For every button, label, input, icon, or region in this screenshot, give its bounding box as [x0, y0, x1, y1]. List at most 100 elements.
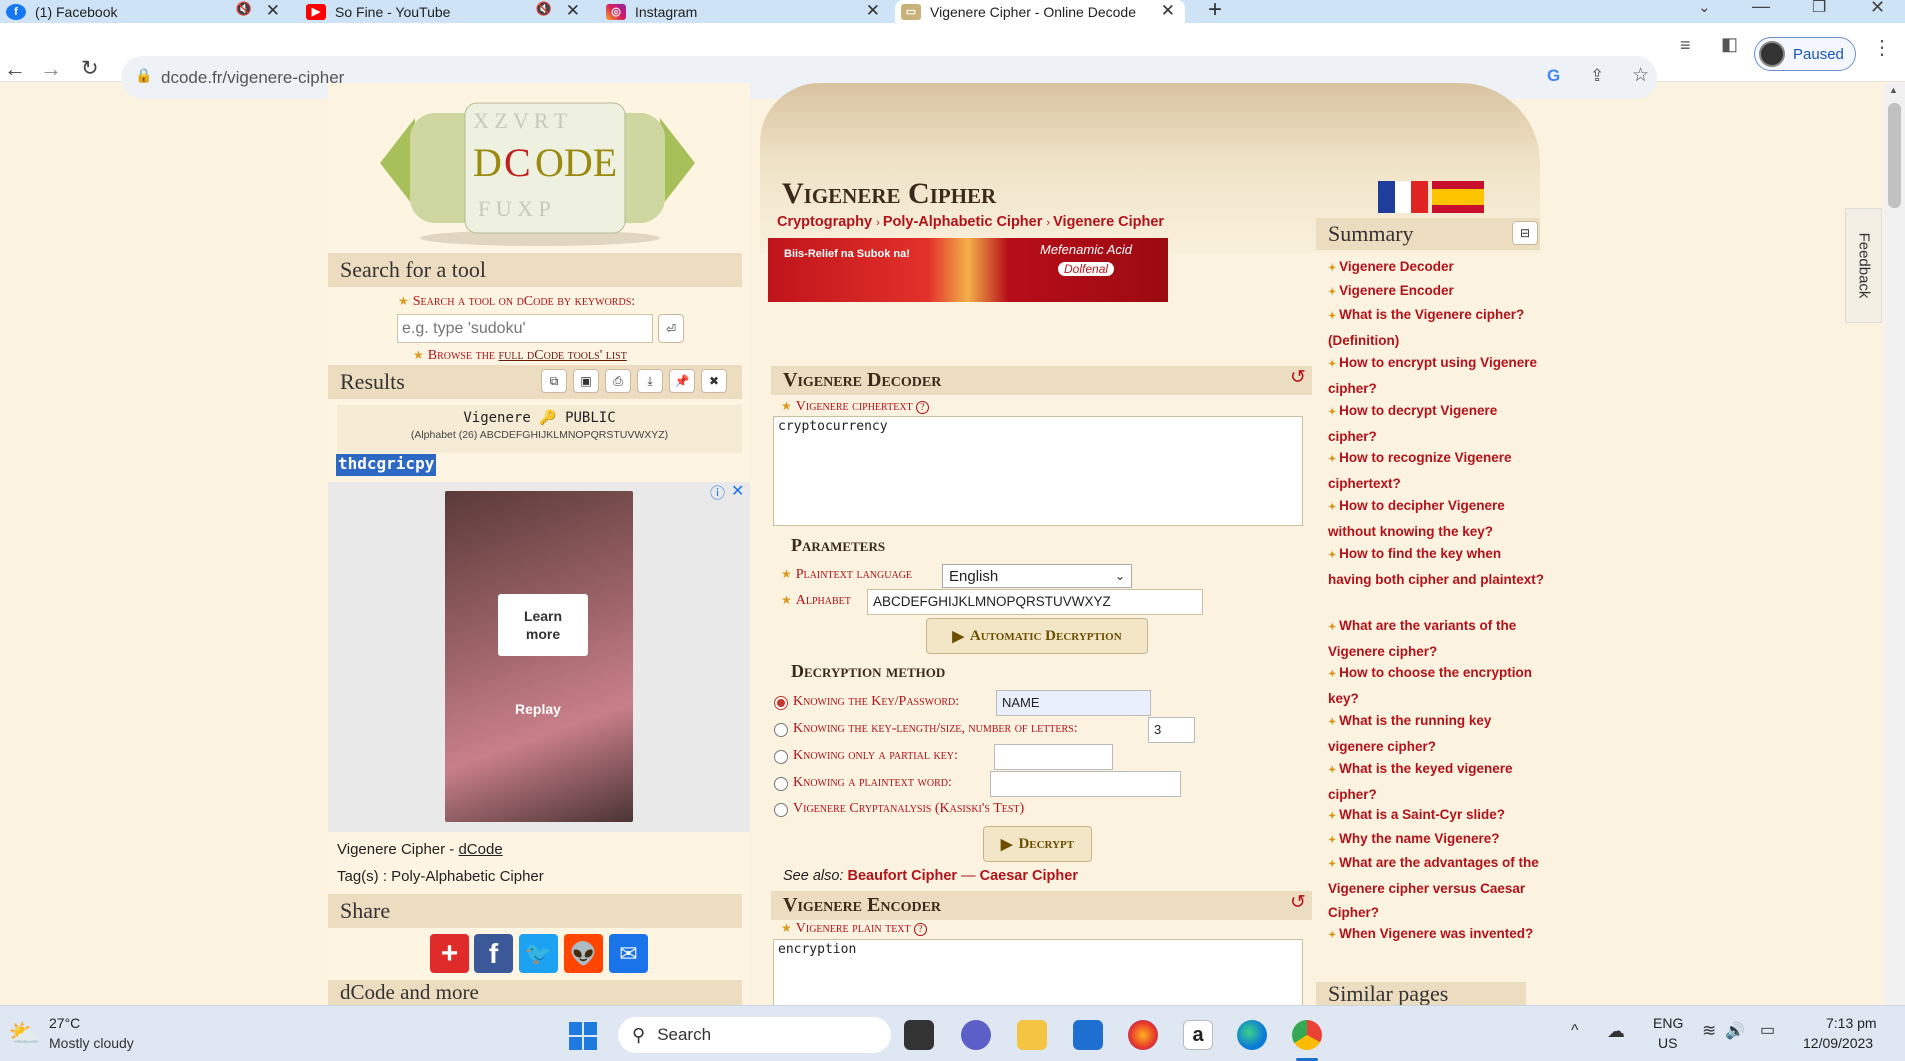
close-window-icon[interactable]: ✕: [1870, 0, 1885, 18]
ciphertext-textarea[interactable]: cryptocurrency: [773, 416, 1303, 526]
summary-item[interactable]: ✦ What is a Saint-Cyr slide?: [1328, 803, 1548, 829]
summary-item[interactable]: ✦ Vigenere Encoder: [1328, 279, 1548, 305]
wifi-icon[interactable]: ≋: [1702, 1021, 1716, 1041]
encoder-reset-icon[interactable]: ↺: [1290, 891, 1306, 914]
summary-item[interactable]: ✦ How to encrypt using Vigenere cipher?: [1328, 351, 1548, 401]
summary-item[interactable]: ✦ How to decipher Vigenere without knowi…: [1328, 494, 1548, 544]
summary-item[interactable]: ✦ How to decrypt Vigenere cipher?: [1328, 399, 1548, 449]
ad-info-icon[interactable]: ⓘ: [710, 482, 725, 503]
partial-key-input[interactable]: [994, 744, 1113, 770]
dcode-link[interactable]: dCode: [458, 841, 502, 858]
feedback-tab[interactable]: Feedback: [1845, 208, 1882, 323]
onedrive-icon[interactable]: ☁: [1607, 1021, 1625, 1042]
vertical-scrollbar[interactable]: ▲: [1884, 83, 1905, 1005]
french-flag-icon[interactable]: [1378, 181, 1429, 213]
radio-key-password[interactable]: [774, 696, 788, 710]
close-tab-icon[interactable]: ✕: [266, 1, 280, 21]
print-icon[interactable]: ⎙: [605, 369, 631, 393]
volume-icon[interactable]: 🔊: [1725, 1021, 1745, 1041]
lang-us[interactable]: US: [1658, 1035, 1677, 1051]
close-tab-icon[interactable]: ✕: [566, 1, 580, 21]
spanish-flag-icon[interactable]: [1432, 181, 1484, 213]
close-tab-icon[interactable]: ✕: [1161, 1, 1175, 21]
ad-close-icon[interactable]: ✕: [731, 481, 744, 501]
tab-vigenere[interactable]: ▭ Vigenere Cipher - Online Decode ✕: [895, 0, 1185, 23]
back-icon[interactable]: ←: [4, 56, 26, 82]
save-icon[interactable]: ▣: [573, 369, 599, 393]
muted-icon[interactable]: 🔇: [536, 1, 552, 17]
summary-item[interactable]: ✦ Why the name Vigenere?: [1328, 827, 1548, 853]
summary-item[interactable]: ✦ What are the variants of the Vigenere …: [1328, 614, 1548, 664]
lock-icon[interactable]: 🔒: [135, 67, 152, 84]
radio-kasiski[interactable]: [774, 803, 788, 817]
close-tab-icon[interactable]: ✕: [866, 1, 880, 21]
banner-ad[interactable]: Biis-Relief na Subok na! Mefenamic Acid …: [768, 238, 1168, 302]
edge-icon[interactable]: [1237, 1020, 1267, 1050]
key-password-input[interactable]: NAME: [996, 690, 1151, 716]
plaintext-textarea[interactable]: encryption: [773, 939, 1303, 1005]
plaintext-language-select[interactable]: English ⌄: [942, 564, 1132, 588]
help-icon[interactable]: ?: [916, 401, 929, 414]
summary-item[interactable]: ✦ How to find the key when having both c…: [1328, 542, 1548, 592]
dcode-logo[interactable]: X Z V R T F U X P D C ODE: [370, 88, 705, 248]
file-explorer-icon[interactable]: [1017, 1020, 1047, 1050]
forward-icon[interactable]: →: [40, 56, 62, 82]
lang-eng[interactable]: ENG: [1653, 1015, 1683, 1031]
scroll-up-icon[interactable]: ▲: [1889, 85, 1898, 95]
radio-plaintext-word[interactable]: [774, 777, 788, 791]
key-length-input[interactable]: 3: [1148, 717, 1195, 743]
share-facebook-icon[interactable]: f: [474, 934, 513, 973]
summary-item[interactable]: ✦ When Vigenere was invented?: [1328, 922, 1548, 948]
full-tools-list-link[interactable]: full dCode tools' list: [499, 348, 627, 363]
caesar-cipher-link[interactable]: Caesar Cipher: [980, 868, 1078, 884]
menu-kebab-icon[interactable]: ⋮: [1872, 35, 1892, 60]
google-icon[interactable]: G: [1547, 66, 1560, 86]
pin-icon[interactable]: 📌: [669, 369, 695, 393]
url-text[interactable]: dcode.fr/vigenere-cipher: [161, 68, 344, 88]
share-twitter-icon[interactable]: 🐦: [519, 934, 558, 973]
windows-start-icon[interactable]: [569, 1022, 597, 1050]
decrypt-button[interactable]: ▶ Decrypt: [983, 826, 1092, 862]
clock-date[interactable]: 12/09/2023: [1803, 1035, 1873, 1051]
teams-chat-icon[interactable]: [961, 1020, 991, 1050]
radio-partial-key[interactable]: [774, 750, 788, 764]
weather-cloud-icon[interactable]: ⛅: [8, 1018, 40, 1049]
bookmark-star-icon[interactable]: ☆: [1632, 64, 1649, 87]
summary-item[interactable]: ✦ What are the advantages of the Vigener…: [1328, 851, 1548, 925]
beaufort-cipher-link[interactable]: Beaufort Cipher: [848, 868, 958, 884]
summary-item[interactable]: ✦ What is the running key vigenere ciphe…: [1328, 709, 1548, 759]
tab-search-chevron-icon[interactable]: ⌄: [1698, 0, 1711, 16]
breadcrumb-vigenere[interactable]: Vigenere Cipher: [1053, 214, 1164, 230]
share-email-icon[interactable]: ✉: [609, 934, 648, 973]
ad-replay-button[interactable]: Replay: [515, 701, 561, 717]
download-icon[interactable]: ⤓: [637, 369, 663, 393]
share-add-icon[interactable]: +: [430, 934, 469, 973]
tab-youtube[interactable]: ▶ So Fine - YouTube 🔇 ✕: [300, 0, 590, 23]
summary-item[interactable]: ✦ Vigenere Decoder: [1328, 255, 1548, 281]
ad-video-frame[interactable]: Learn more Replay: [445, 491, 633, 822]
summary-item[interactable]: ✦ How to recognize Vigenere ciphertext?: [1328, 446, 1548, 496]
breadcrumb-cryptography[interactable]: Cryptography: [777, 214, 872, 230]
tray-chevron-up-icon[interactable]: ^: [1571, 1022, 1579, 1040]
ad-learn-more-button[interactable]: Learn more: [498, 594, 588, 656]
video-ad[interactable]: ⓘ ✕ Learn more Replay: [328, 482, 750, 832]
weather-temp[interactable]: 27°C: [49, 1015, 80, 1031]
collapse-summary-icon[interactable]: ⊟: [1512, 221, 1538, 245]
help-icon[interactable]: ?: [914, 923, 927, 936]
close-results-icon[interactable]: ✖: [701, 369, 727, 393]
decoder-reset-icon[interactable]: ↺: [1290, 366, 1306, 389]
task-view-icon[interactable]: [904, 1020, 934, 1050]
tool-search-input[interactable]: [397, 314, 653, 343]
reload-icon[interactable]: ↻: [81, 56, 99, 81]
weather-desc[interactable]: Mostly cloudy: [49, 1035, 134, 1051]
chrome-icon[interactable]: [1292, 1020, 1322, 1050]
profile-button[interactable]: Paused: [1754, 37, 1856, 71]
automatic-decryption-button[interactable]: ▶ Automatic Decryption: [926, 618, 1148, 654]
result-output[interactable]: thdcgricpy: [336, 454, 437, 476]
taskbar-search-box[interactable]: ⚲ Search: [618, 1017, 891, 1053]
maximize-icon[interactable]: ❐: [1812, 0, 1826, 17]
muted-icon[interactable]: 🔇: [236, 1, 252, 17]
summary-item[interactable]: ✦ How to choose the encryption key?: [1328, 661, 1548, 711]
summary-item[interactable]: ✦ What is the Vigenere cipher? (Definiti…: [1328, 303, 1548, 353]
scrollbar-thumb[interactable]: [1888, 103, 1901, 208]
